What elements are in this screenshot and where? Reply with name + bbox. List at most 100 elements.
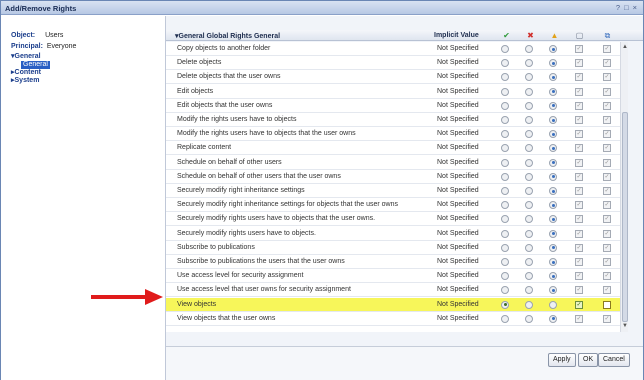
denied-radio[interactable] (525, 258, 533, 266)
apply-to-object-checkbox[interactable]: ✓ (575, 258, 583, 266)
denied-radio[interactable] (525, 314, 533, 323)
header-name[interactable]: ▾General Global Rights General (175, 32, 280, 40)
denied-radio[interactable] (525, 300, 533, 309)
apply-to-sub-objects-checkbox[interactable]: ✓ (603, 187, 611, 195)
table-row[interactable]: Delete objects Not Specified ✓ ✓ (166, 56, 620, 71)
granted-radio[interactable] (501, 45, 509, 53)
not-specified-radio[interactable] (549, 144, 557, 153)
granted-radio[interactable] (501, 73, 509, 82)
granted-radio[interactable] (501, 229, 509, 238)
denied-radio[interactable] (525, 144, 533, 153)
apply-to-object-checkbox[interactable]: ✓ (575, 158, 583, 167)
not-specified-radio[interactable] (549, 158, 557, 167)
table-row[interactable]: Schedule on behalf of other users that t… (166, 169, 620, 184)
not-specified-radio[interactable] (549, 101, 557, 110)
denied-radio[interactable] (525, 130, 533, 139)
denied-radio[interactable] (525, 215, 533, 224)
denied-radio[interactable] (525, 243, 533, 252)
denied-radio[interactable] (525, 172, 533, 181)
granted-radio[interactable] (501, 201, 509, 210)
table-row[interactable]: Replicate content Not Specified ✓ ✓ (166, 141, 620, 156)
granted-radio[interactable] (501, 215, 509, 224)
apply-to-object-checkbox[interactable]: ✓ (575, 300, 583, 309)
table-row[interactable]: Securely modify right inheritance settin… (166, 184, 620, 198)
not-specified-radio[interactable] (549, 243, 557, 252)
apply-to-object-checkbox[interactable]: ✓ (575, 314, 583, 323)
granted-radio[interactable] (501, 172, 509, 181)
granted-radio[interactable] (501, 101, 509, 110)
ok-button[interactable]: OK (578, 353, 599, 367)
denied-radio[interactable] (525, 59, 533, 68)
apply-to-sub-objects-checkbox[interactable]: ✓ (603, 116, 611, 124)
not-specified-radio[interactable] (549, 116, 557, 124)
apply-to-object-checkbox[interactable]: ✓ (575, 187, 583, 195)
granted-radio[interactable] (501, 116, 509, 124)
table-row[interactable]: View objects Not Specified ✓ (166, 297, 620, 312)
tree-node-general[interactable]: ▾General (11, 53, 50, 61)
table-row[interactable]: Use access level for security assignment… (166, 269, 620, 284)
apply-to-object-checkbox[interactable]: ✓ (575, 229, 583, 238)
apply-to-object-checkbox[interactable]: ✓ (575, 73, 583, 82)
denied-radio[interactable] (525, 45, 533, 53)
denied-radio[interactable] (525, 229, 533, 238)
table-row[interactable]: Modify the rights users have to objects N… (166, 113, 620, 127)
not-specified-radio[interactable] (549, 59, 557, 68)
not-specified-radio[interactable] (549, 73, 557, 82)
not-specified-radio[interactable] (549, 172, 557, 181)
denied-radio[interactable] (525, 201, 533, 210)
granted-radio[interactable] (501, 144, 509, 153)
apply-to-sub-objects-checkbox[interactable]: ✓ (603, 201, 611, 210)
table-row[interactable]: Securely modify right inheritance settin… (166, 198, 620, 213)
not-specified-radio[interactable] (549, 201, 557, 210)
apply-to-sub-objects-checkbox[interactable]: ✓ (603, 243, 611, 252)
apply-to-sub-objects-checkbox[interactable]: ✓ (603, 172, 611, 181)
apply-to-object-checkbox[interactable]: ✓ (575, 130, 583, 139)
table-row[interactable]: Securely modify rights users have to obj… (166, 226, 620, 241)
denied-radio[interactable] (525, 73, 533, 82)
apply-to-sub-objects-checkbox[interactable]: ✓ (603, 101, 611, 110)
denied-radio[interactable] (525, 187, 533, 195)
apply-to-sub-objects-checkbox[interactable]: ✓ (603, 258, 611, 266)
apply-to-object-checkbox[interactable]: ✓ (575, 272, 583, 281)
apply-to-sub-objects-checkbox[interactable]: ✓ (603, 215, 611, 224)
apply-to-sub-objects-checkbox[interactable]: ✓ (603, 314, 611, 323)
apply-to-sub-objects-checkbox[interactable]: ✓ (603, 229, 611, 238)
table-row[interactable]: Modify the rights users have to objects … (166, 127, 620, 142)
tree-node-system[interactable]: ▸System (11, 77, 50, 85)
tree-node-content[interactable]: ▸Content (11, 69, 50, 77)
not-specified-radio[interactable] (549, 87, 557, 96)
not-specified-radio[interactable] (549, 300, 557, 309)
apply-to-object-checkbox[interactable]: ✓ (575, 215, 583, 224)
denied-radio[interactable] (525, 116, 533, 124)
apply-to-sub-objects-checkbox[interactable]: ✓ (603, 45, 611, 53)
granted-radio[interactable] (501, 314, 509, 323)
granted-radio[interactable] (501, 59, 509, 68)
granted-radio[interactable] (501, 243, 509, 252)
apply-to-object-checkbox[interactable]: ✓ (575, 144, 583, 153)
apply-to-sub-objects-checkbox[interactable]: ✓ (603, 73, 611, 82)
vertical-scrollbar[interactable]: ▲ ▼ (620, 42, 628, 332)
apply-to-object-checkbox[interactable]: ✓ (575, 172, 583, 181)
scroll-thumb[interactable] (622, 112, 628, 322)
apply-to-sub-objects-checkbox[interactable]: ✓ (603, 286, 611, 295)
apply-to-sub-objects-checkbox[interactable]: ✓ (603, 144, 611, 153)
denied-radio[interactable] (525, 272, 533, 281)
apply-to-object-checkbox[interactable]: ✓ (575, 116, 583, 124)
apply-to-sub-objects-checkbox[interactable]: ✓ (603, 87, 611, 96)
granted-radio[interactable] (501, 272, 509, 281)
apply-to-sub-objects-checkbox[interactable]: ✓ (603, 59, 611, 68)
not-specified-radio[interactable] (549, 258, 557, 266)
not-specified-radio[interactable] (549, 187, 557, 195)
scroll-down-icon[interactable]: ▼ (622, 323, 628, 329)
table-row[interactable]: Delete objects that the user owns Not Spe… (166, 70, 620, 85)
not-specified-radio[interactable] (549, 272, 557, 281)
apply-to-object-checkbox[interactable]: ✓ (575, 45, 583, 53)
denied-radio[interactable] (525, 286, 533, 295)
apply-to-object-checkbox[interactable]: ✓ (575, 243, 583, 252)
tree-node-general-child[interactable]: General (21, 61, 50, 69)
granted-radio[interactable] (501, 87, 509, 96)
apply-to-object-checkbox[interactable]: ✓ (575, 101, 583, 110)
denied-radio[interactable] (525, 101, 533, 110)
denied-radio[interactable] (525, 158, 533, 167)
cancel-button[interactable]: Cancel (598, 353, 630, 367)
